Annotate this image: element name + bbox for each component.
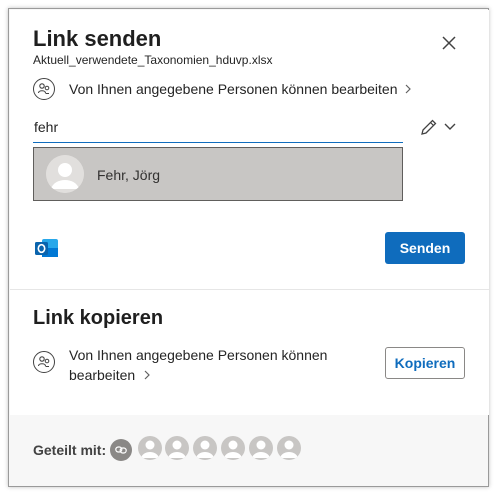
section-divider (10, 289, 489, 290)
people-settings-icon (33, 78, 55, 100)
close-icon[interactable] (440, 34, 458, 52)
chevron-down-icon[interactable] (443, 121, 457, 133)
copy-link-title: Link kopieren (33, 307, 164, 329)
copy-permission-text: Von Ihnen angegebene Personen können bea… (69, 345, 349, 385)
shared-avatar[interactable] (165, 436, 189, 460)
permission-text: Von Ihnen angegebene Personen können bea… (69, 81, 398, 97)
chevron-right-icon (144, 370, 150, 380)
copy-button[interactable]: Kopieren (385, 347, 465, 379)
shared-avatar[interactable] (249, 436, 273, 460)
shared-with-label: Geteilt mit: (33, 442, 107, 458)
suggestion-name: Fehr, Jörg (97, 167, 161, 183)
pencil-edit-icon[interactable] (419, 117, 439, 137)
recipient-input-container (33, 114, 403, 143)
copy-permission-line1: Von Ihnen angegebene Personen können (69, 347, 328, 363)
shared-avatar[interactable] (138, 436, 162, 460)
people-suggestion-item[interactable]: Fehr, Jörg (33, 147, 403, 201)
permission-settings-link[interactable]: Von Ihnen angegebene Personen können bea… (33, 76, 412, 102)
shared-avatar[interactable] (221, 436, 245, 460)
copy-permission-line2: bearbeiten (69, 367, 136, 383)
avatar (46, 155, 84, 193)
link-icon[interactable] (110, 439, 132, 461)
chevron-right-icon (405, 84, 411, 94)
outlook-icon[interactable] (33, 234, 61, 262)
recipient-input[interactable] (33, 116, 394, 138)
people-settings-icon (33, 351, 55, 373)
file-name: Aktuell_verwendete_Taxonomien_hduvp.xlsx (33, 53, 273, 67)
shared-avatar[interactable] (277, 436, 301, 460)
shared-avatar[interactable] (193, 436, 217, 460)
send-button[interactable]: Senden (385, 232, 465, 264)
dialog-title: Link senden (33, 26, 162, 51)
